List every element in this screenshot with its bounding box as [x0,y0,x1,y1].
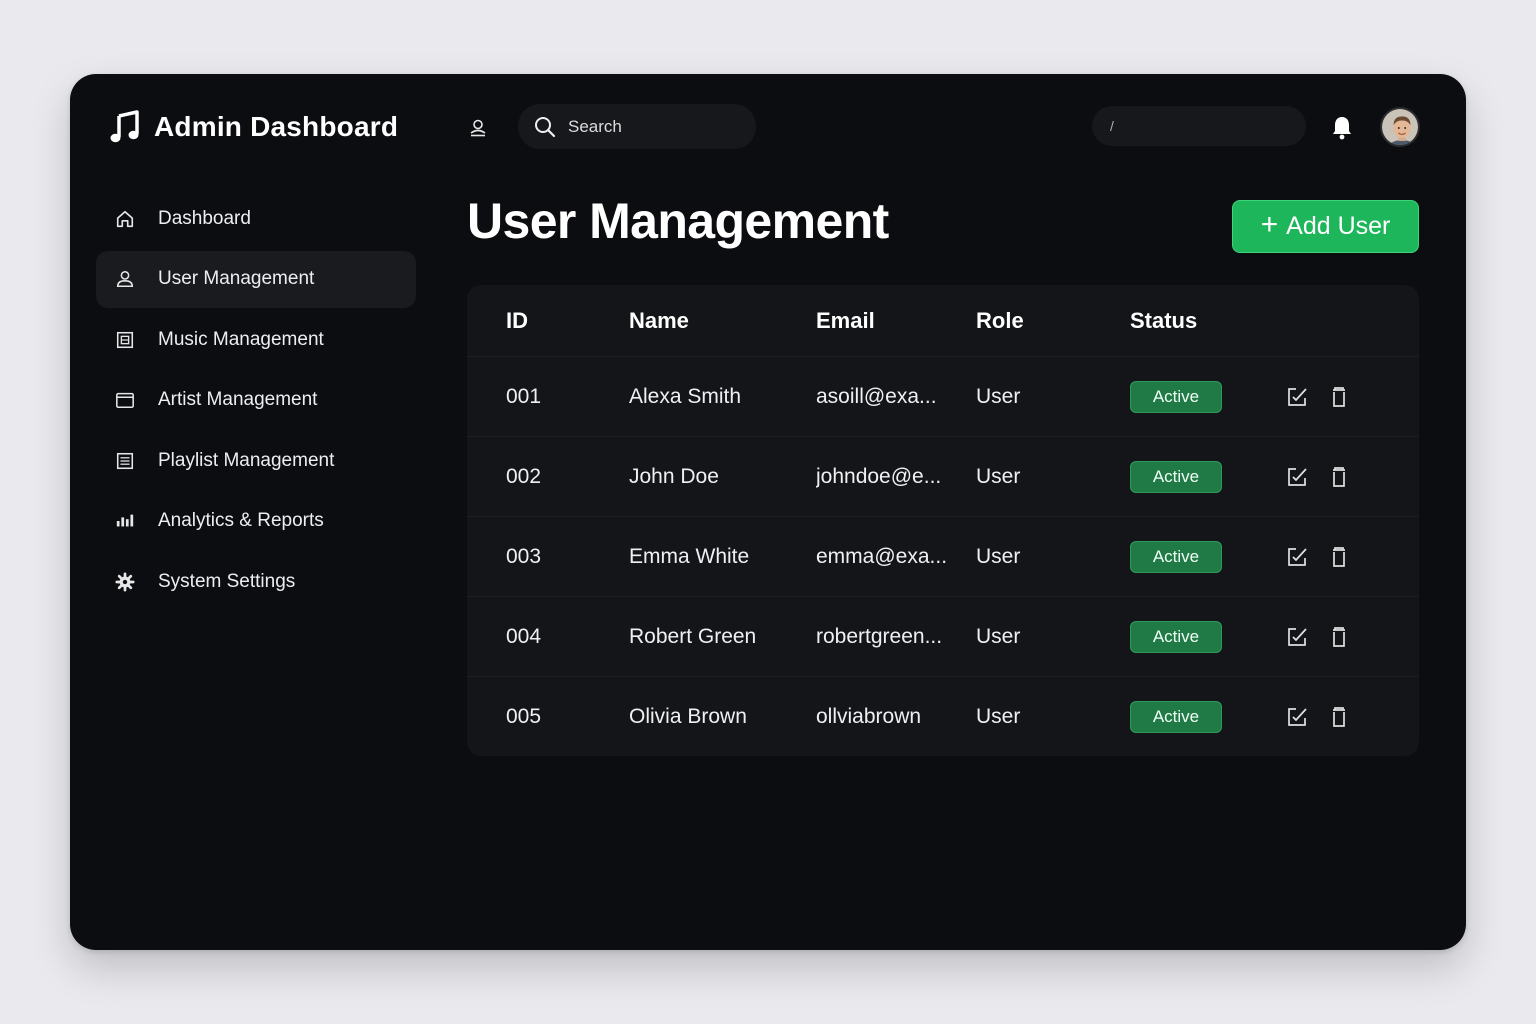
sidebar-item-playlist-management[interactable]: Playlist Management [96,432,416,489]
edit-icon[interactable] [1286,466,1308,488]
cell-status: Active [1130,701,1286,733]
sidebar-item-label: System Settings [158,570,296,592]
edit-icon[interactable] [1286,386,1308,408]
sidebar-item-label: User Management [158,268,315,289]
cell-name: Robert Green [629,624,757,648]
search-icon [535,116,556,137]
cell-status: Active [1130,540,1286,573]
cell-status: Active [1130,620,1286,653]
artist-window-icon [114,389,136,411]
delete-icon[interactable] [1328,546,1350,568]
search-input[interactable] [568,116,718,137]
cell-email: asoill@exa... [816,384,937,408]
status-badge: Active [1130,380,1222,413]
column-header-email[interactable]: Email [816,308,976,334]
sidebar-item-label: Music Management [158,328,324,350]
cell-status: Active [1130,460,1286,493]
music-note-logo-icon [110,110,139,143]
edit-icon[interactable] [1286,706,1308,728]
sidebar-item-label: Artist Management [158,389,318,410]
analytics-icon [114,510,136,532]
users-table: ID Name Email Role Status 001 Alexa Smit… [467,285,1419,756]
sidebar-item-music-management[interactable]: Music Management [96,311,416,368]
plus-icon: + [1260,208,1279,241]
sidebar-item-system-settings[interactable]: System Settings [96,553,416,610]
sidebar: Dashboard User Management Music Manageme… [96,190,416,614]
cell-name: Emma White [629,544,750,568]
account-icon[interactable] [468,118,488,138]
cell-email: emma@exa... [816,544,948,568]
column-header-status[interactable]: Status [1130,308,1286,334]
edit-icon[interactable] [1286,546,1308,568]
delete-icon[interactable] [1328,466,1350,488]
cell-name: John Doe [629,464,719,488]
column-header-id[interactable]: ID [467,308,629,334]
add-user-label: Add User [1286,212,1391,240]
sidebar-item-label: Analytics & Reports [158,510,324,531]
cell-status: Active [1130,380,1286,413]
row-actions [1286,626,1350,648]
table-header: ID Name Email Role Status [467,285,1419,357]
bell-icon[interactable] [1330,114,1354,140]
delete-icon[interactable] [1328,626,1350,648]
row-actions [1286,706,1350,728]
user-avatar-icon [1382,109,1418,145]
delete-icon[interactable] [1328,706,1350,728]
playlist-icon [114,450,136,472]
page-title: User Management [467,193,889,249]
cell-email: johndoe@e... [816,464,942,488]
cell-name: Olivia Brown [629,705,747,728]
music-library-icon [114,329,136,351]
cell-role: User [976,464,1021,488]
column-header-name[interactable]: Name [629,308,816,334]
search-box[interactable] [518,104,756,149]
brand: Admin Dashboard [110,110,398,144]
app-title: Admin Dashboard [154,111,399,142]
cell-role: User [976,544,1021,568]
sidebar-item-label: Dashboard [158,207,251,229]
column-header-role[interactable]: Role [976,308,1130,334]
cell-role: User [976,624,1021,648]
table-row[interactable]: 002 John Doe johndoe@e... User Active [467,437,1419,517]
avatar[interactable] [1380,107,1420,147]
sidebar-item-label: Playlist Management [158,449,335,471]
row-actions [1286,466,1350,488]
edit-icon[interactable] [1286,626,1308,648]
cell-role: User [976,705,1021,728]
cell-email: robertgreen... [816,624,943,648]
table-row[interactable]: 001 Alexa Smith asoill@exa... User Activ… [467,357,1419,437]
delete-icon[interactable] [1328,386,1350,408]
secondary-field-text: / [1110,118,1114,134]
table-row[interactable]: 004 Robert Green robertgreen... User Act… [467,597,1419,677]
cell-id: 004 [506,624,542,648]
row-actions [1286,386,1350,408]
row-actions [1286,546,1350,568]
sidebar-item-analytics-reports[interactable]: Analytics & Reports [96,493,416,550]
status-badge: Active [1130,460,1222,493]
sidebar-item-dashboard[interactable]: Dashboard [96,190,416,247]
cell-id: 005 [506,705,542,728]
sidebar-item-artist-management[interactable]: Artist Management [96,372,416,429]
sidebar-item-user-management[interactable]: User Management [96,250,416,308]
status-badge: Active [1130,620,1222,653]
table-row[interactable]: 005 Olivia Brown ollviabrown User Active [467,677,1419,756]
cell-id: 002 [506,464,542,488]
cell-id: 001 [506,384,542,408]
status-badge: Active [1130,701,1222,733]
status-badge: Active [1130,540,1222,573]
secondary-search-field[interactable]: / [1092,106,1306,146]
cell-email: ollviabrown [816,705,922,728]
user-icon [114,268,136,290]
home-icon [114,208,136,230]
cell-name: Alexa Smith [629,384,742,408]
cell-role: User [976,384,1021,408]
gear-icon [114,571,136,593]
table-row[interactable]: 003 Emma White emma@exa... User Active [467,517,1419,597]
app-window: Admin Dashboard / [70,74,1466,950]
add-user-button[interactable]: + Add User [1232,200,1419,253]
cell-id: 003 [506,544,542,568]
